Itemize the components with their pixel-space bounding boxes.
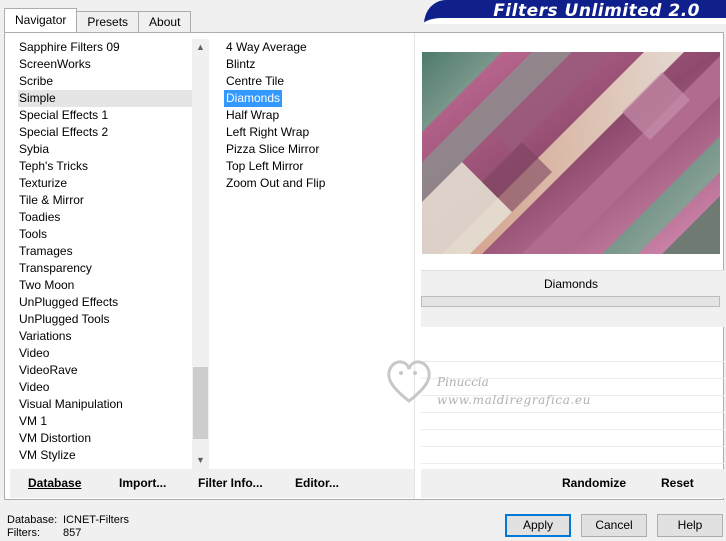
right-button-bar: Randomize Reset xyxy=(421,469,724,498)
filter-name-bar: Diamonds xyxy=(421,270,724,327)
filter-name-label: Diamonds xyxy=(543,277,599,291)
filter-item[interactable]: Left Right Wrap xyxy=(224,124,311,141)
category-item[interactable]: ScreenWorks xyxy=(18,56,192,73)
randomize-button[interactable]: Randomize xyxy=(562,476,626,490)
category-item[interactable]: Tools xyxy=(18,226,192,243)
filter-item[interactable]: Blintz xyxy=(224,56,257,73)
database-status-value: ICNET-Filters xyxy=(63,514,129,526)
scrollbar-thumb[interactable] xyxy=(193,367,208,439)
filter-item[interactable]: Pizza Slice Mirror xyxy=(224,141,321,158)
left-button-bar: Database Import... Filter Info... Editor… xyxy=(10,469,414,498)
category-item[interactable]: Transparency xyxy=(18,260,192,277)
category-item[interactable]: Tile & Mirror xyxy=(18,192,192,209)
parameter-row xyxy=(421,362,724,379)
category-item[interactable]: Visual Manipulation xyxy=(18,396,192,413)
banner-title: Filters Unlimited 2.0 xyxy=(493,1,700,21)
category-item[interactable]: UnPlugged Effects xyxy=(18,294,192,311)
tab-navigator[interactable]: Navigator xyxy=(4,8,78,32)
category-item[interactable]: VM Distortion xyxy=(18,430,192,447)
filter-item[interactable]: Top Left Mirror xyxy=(224,158,305,175)
status-area: Database: ICNET-Filters Filters: 857 xyxy=(7,514,129,540)
filter-list[interactable]: 4 Way Average Blintz Centre Tile Diamond… xyxy=(224,39,394,192)
category-item[interactable]: UnPlugged Tools xyxy=(18,311,192,328)
category-item[interactable]: VM Stylize xyxy=(18,447,192,464)
filters-count-value: 857 xyxy=(63,527,82,539)
database-button[interactable]: Database xyxy=(28,476,81,490)
progress-bar xyxy=(421,296,720,307)
category-item[interactable]: Toadies xyxy=(18,209,192,226)
category-item[interactable]: Teph's Tricks xyxy=(18,158,192,175)
parameter-row xyxy=(421,447,724,464)
tab-presets[interactable]: Presets xyxy=(76,11,140,32)
category-item[interactable]: Video xyxy=(18,379,192,396)
parameter-row xyxy=(421,396,724,413)
panel-divider xyxy=(414,33,415,499)
apply-button[interactable]: Apply xyxy=(505,514,571,537)
filter-item[interactable]: Half Wrap xyxy=(224,107,281,124)
category-scrollbar[interactable]: ▲ ▼ xyxy=(192,39,209,469)
category-item[interactable]: Special Effects 2 xyxy=(18,124,192,141)
category-item[interactable]: Sybia xyxy=(18,141,192,158)
category-item[interactable]: Variations xyxy=(18,328,192,345)
category-item[interactable]: Two Moon xyxy=(18,277,192,294)
filter-preview-image xyxy=(422,52,720,254)
help-button[interactable]: Help xyxy=(657,514,723,537)
category-item[interactable]: VM 1 xyxy=(18,413,192,430)
category-item[interactable]: Texturize xyxy=(18,175,192,192)
tab-strip: Navigator Presets About xyxy=(4,8,192,32)
parameter-area xyxy=(421,345,724,464)
filter-item-selected[interactable]: Diamonds xyxy=(224,90,283,107)
category-item[interactable]: VideoRave xyxy=(18,362,192,379)
reset-button[interactable]: Reset xyxy=(661,476,694,490)
navigator-panel: Sapphire Filters 09 ScreenWorks Scribe S… xyxy=(4,32,724,500)
filter-item[interactable]: 4 Way Average xyxy=(224,39,309,56)
filter-item[interactable]: Centre Tile xyxy=(224,73,286,90)
chevron-down-icon[interactable]: ▼ xyxy=(192,452,209,469)
category-item[interactable]: Scribe xyxy=(18,73,192,90)
category-item-selected[interactable]: Simple xyxy=(18,90,192,107)
filter-item[interactable]: Zoom Out and Flip xyxy=(224,175,327,192)
category-item[interactable]: Special Effects 1 xyxy=(18,107,192,124)
chevron-up-icon[interactable]: ▲ xyxy=(192,39,209,56)
cancel-button[interactable]: Cancel xyxy=(581,514,647,537)
editor-button[interactable]: Editor... xyxy=(295,476,339,490)
database-button-label: Database xyxy=(28,476,82,490)
filter-info-button[interactable]: Filter Info... xyxy=(198,476,263,490)
database-status-label: Database: xyxy=(7,514,58,526)
tab-about[interactable]: About xyxy=(138,11,192,32)
import-button[interactable]: Import... xyxy=(119,476,166,490)
category-list[interactable]: Sapphire Filters 09 ScreenWorks Scribe S… xyxy=(18,39,192,469)
filters-count-label: Filters: xyxy=(7,527,40,539)
parameter-row xyxy=(421,379,724,396)
parameter-row xyxy=(421,345,724,362)
category-item[interactable]: Video xyxy=(18,345,192,362)
category-item[interactable]: Tramages xyxy=(18,243,192,260)
parameter-row xyxy=(421,430,724,447)
parameter-row xyxy=(421,413,724,430)
category-item[interactable]: Sapphire Filters 09 xyxy=(18,39,192,56)
title-banner: Filters Unlimited 2.0 xyxy=(424,0,726,24)
